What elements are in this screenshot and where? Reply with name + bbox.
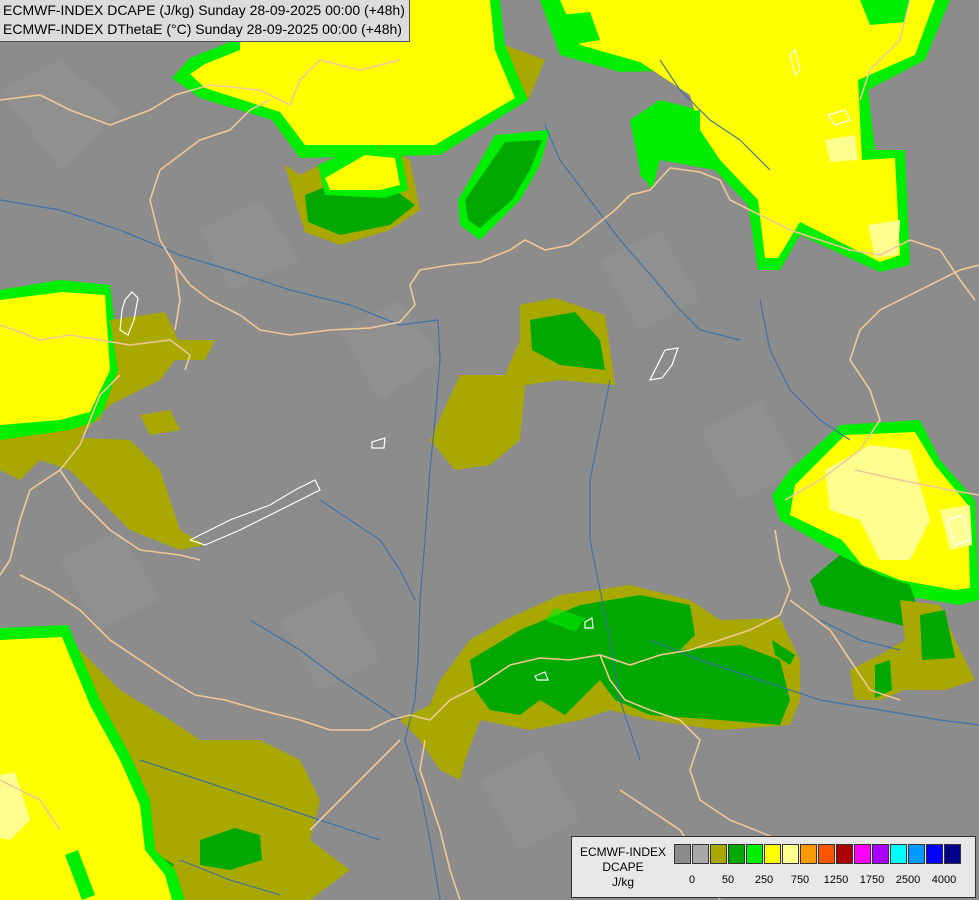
legend-color-bins: [674, 844, 962, 866]
legend-tick-label: 0: [688, 874, 696, 886]
legend-tick-label: 1750: [859, 874, 885, 886]
legend-bin: [746, 844, 763, 864]
legend-tick-label: 750: [790, 874, 810, 886]
legend-tick-label: 50: [721, 874, 735, 886]
legend-tick-label: 4000: [931, 874, 957, 886]
legend-bin: [800, 844, 817, 864]
legend-bin: [854, 844, 871, 864]
dcape-map: [0, 0, 979, 900]
legend-bin: [818, 844, 835, 864]
legend-title: ECMWF-INDEX DCAPE J/kg: [575, 845, 671, 890]
legend-bin: [674, 844, 691, 864]
color-legend: ECMWF-INDEX DCAPE J/kg 0 50 250 750 1250 1750…: [571, 836, 976, 898]
legend-bin: [728, 844, 745, 864]
legend-bin: [764, 844, 781, 864]
legend-bin: [692, 844, 709, 864]
title-dcape: ECMWF-INDEX DCAPE (J/kg) Sunday 28-09-20…: [3, 2, 405, 18]
legend-bin: [782, 844, 799, 864]
legend-tick-label: 250: [754, 874, 774, 886]
legend-bin: [836, 844, 853, 864]
legend-bin: [710, 844, 727, 864]
legend-units: J/kg: [611, 875, 634, 889]
title-dthetae: ECMWF-INDEX DThetaE (°C) Sunday 28-09-20…: [3, 21, 402, 37]
chart-title-box: ECMWF-INDEX DCAPE (J/kg) Sunday 28-09-20…: [0, 0, 410, 42]
legend-bin: [926, 844, 943, 864]
legend-tick-label: 2500: [895, 874, 921, 886]
legend-tick-label: 1250: [823, 874, 849, 886]
legend-bin: [944, 844, 961, 864]
legend-bin: [872, 844, 889, 864]
legend-title-line1: ECMWF-INDEX: [580, 845, 666, 859]
legend-title-line2: DCAPE: [602, 860, 644, 874]
legend-bin: [908, 844, 925, 864]
legend-bin: [890, 844, 907, 864]
